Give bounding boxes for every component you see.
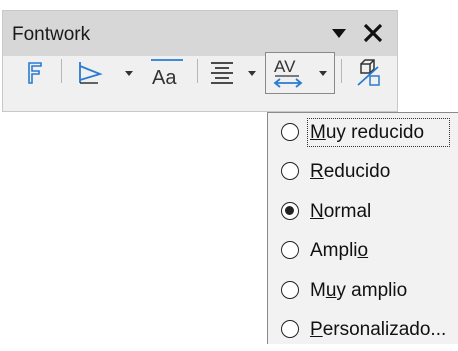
menu-item-personalizado[interactable]: Personalizado... [268,311,458,351]
menu-item-muy-reducido[interactable]: Muy reducido [268,114,458,154]
shape-dropdown-arrow-icon[interactable] [125,71,133,76]
toolbar-separator [61,59,62,83]
radio-icon [281,162,299,180]
toolbar-title: Fontwork [12,24,91,45]
align-center-icon[interactable] [206,54,238,90]
menu-item-normal[interactable]: Normal [268,193,458,233]
menu-item-amplio[interactable]: Amplio [268,232,458,272]
menu-item-label: Muy reducido [310,122,425,143]
character-spacing-text: AV [274,57,296,76]
menu-item-label: Personalizado... [310,319,447,340]
radio-icon [281,241,299,259]
spacing-dropdown-arrow-icon[interactable] [319,71,327,76]
radio-checked-icon [281,202,299,220]
menu-item-label: Muy amplio [310,280,408,301]
radio-icon [281,123,299,141]
toolbar-menu-icon[interactable] [329,23,349,43]
same-letter-heights-icon[interactable]: Aa [147,54,187,90]
close-icon[interactable] [361,21,385,45]
character-spacing-icon: AV [273,57,303,88]
same-letter-heights-text: Aa [152,67,177,89]
fontwork-f-icon[interactable] [22,54,48,90]
menu-item-reducido[interactable]: Reducido [268,153,458,193]
toolbar-separator [341,59,342,83]
toolbar-separator [197,59,198,83]
menu-item-label: Reducido [310,161,391,182]
fontwork-shape-icon[interactable] [73,54,109,90]
character-spacing-menu: Muy reducido Reducido Normal Amplio Muy … [267,112,458,344]
toggle-extrusion-icon[interactable] [352,54,384,90]
toolbar-titlebar[interactable]: Fontwork [3,11,397,56]
menu-item-label: Amplio [310,240,369,261]
radio-icon [281,281,299,299]
alignment-dropdown-arrow-icon[interactable] [248,71,256,76]
character-spacing-button[interactable]: AV [265,52,335,94]
menu-item-muy-amplio[interactable]: Muy amplio [268,272,458,312]
radio-icon [281,320,299,338]
menu-item-label: Normal [310,201,372,222]
